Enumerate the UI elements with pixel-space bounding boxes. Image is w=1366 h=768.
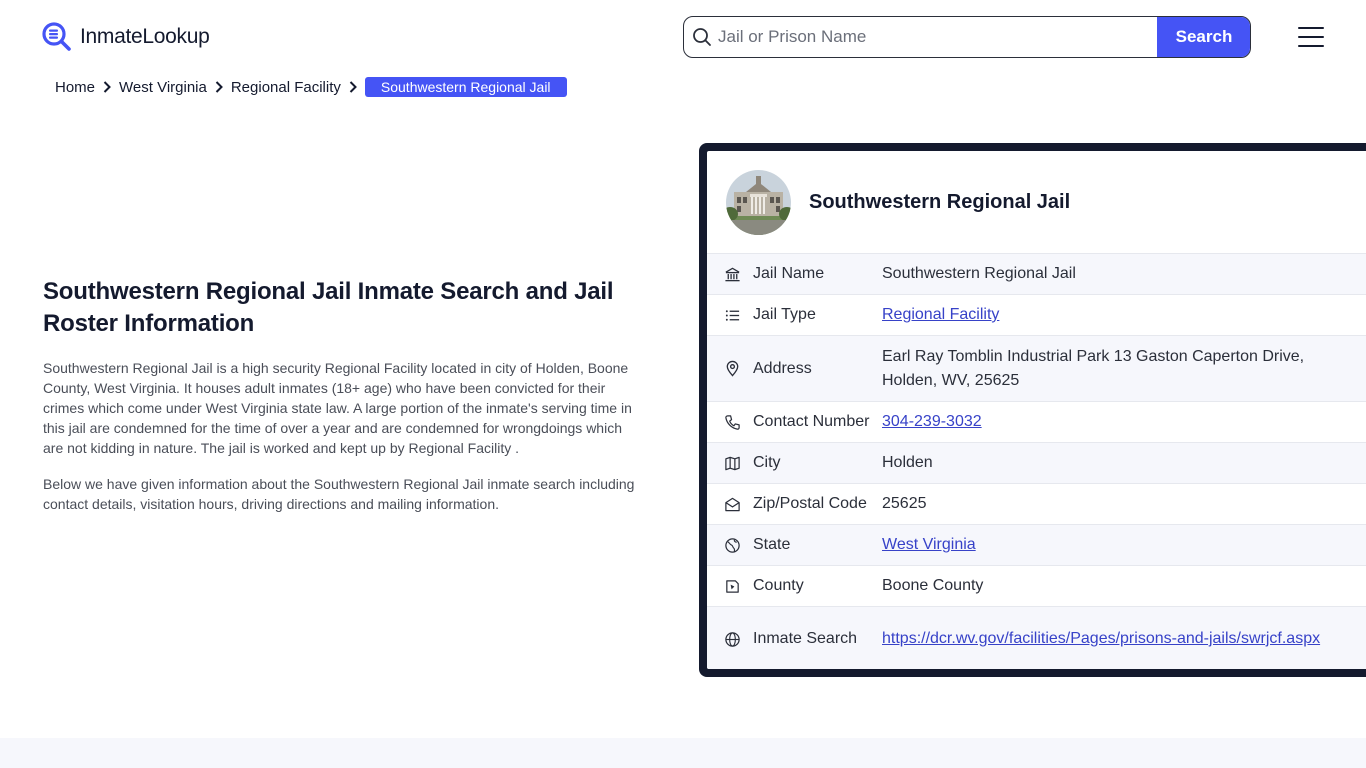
facility-details-table: Jail Name Southwestern Regional Jail Jai… — [707, 253, 1366, 669]
info-paragraph: Below we have given information about th… — [43, 476, 635, 512]
breadcrumb-state[interactable]: West Virginia — [119, 79, 207, 96]
web-icon — [707, 631, 753, 648]
site-logo[interactable]: InmateLookup — [42, 22, 210, 52]
row-value: Earl Ray Tomblin Industrial Park 13 Gast… — [882, 347, 1305, 389]
next-section-band — [0, 738, 1366, 768]
row-label: Jail Name — [753, 265, 825, 282]
breadcrumb-home[interactable]: Home — [55, 79, 95, 96]
row-value: Southwestern Regional Jail — [882, 265, 1076, 282]
row-label: Contact Number — [753, 413, 870, 430]
row-value: 25625 — [882, 495, 927, 512]
chevron-right-icon — [207, 81, 231, 93]
row-label: City — [753, 454, 781, 471]
logo-magnifier-icon — [42, 22, 71, 51]
page-title: Southwestern Regional Jail Inmate Search… — [43, 278, 614, 337]
row-label: Jail Type — [753, 306, 816, 323]
card-header: Southwestern Regional Jail — [707, 151, 1366, 253]
map-icon — [707, 455, 753, 472]
county-icon — [707, 578, 753, 595]
breadcrumb-current: Southwestern Regional Jail — [364, 77, 567, 97]
state-link[interactable]: West Virginia — [882, 536, 976, 553]
row-label: Address — [753, 359, 812, 377]
jail-type-link[interactable]: Regional Facility — [882, 306, 999, 323]
row-jail-name: Jail Name Southwestern Regional Jail — [707, 254, 1366, 295]
phone-link[interactable]: 304-239-3032 — [882, 413, 982, 430]
row-value: Boone County — [882, 577, 984, 594]
search-bar: Search — [683, 16, 1251, 58]
row-state: State West Virginia — [707, 525, 1366, 566]
bank-icon — [707, 266, 753, 283]
row-county: County Boone County — [707, 566, 1366, 607]
breadcrumb: Home West Virginia Regional Facility Sou… — [55, 76, 567, 98]
row-label: State — [753, 536, 791, 553]
intro-section: Southwestern Regional Jail Inmate Search… — [43, 276, 643, 514]
row-value: Holden — [882, 454, 933, 471]
search-input[interactable] — [716, 17, 1157, 57]
intro-paragraph: Southwestern Regional Jail is a high sec… — [43, 360, 632, 456]
facility-card: Southwestern Regional Jail Jail Name Sou… — [699, 143, 1366, 677]
phone-icon — [707, 414, 753, 431]
list-icon — [707, 307, 753, 324]
chevron-right-icon — [95, 81, 119, 93]
logo-text: InmateLookup — [80, 25, 210, 48]
row-city: City Holden — [707, 443, 1366, 484]
map-pin-icon — [707, 360, 753, 377]
row-contact-number: Contact Number 304-239-3032 — [707, 402, 1366, 443]
row-address: Address Earl Ray Tomblin Industrial Park… — [707, 336, 1366, 402]
inmate-search-link[interactable]: https://dcr.wv.gov/facilities/Pages/pris… — [882, 630, 1320, 647]
facility-photo — [726, 169, 791, 235]
row-inmate-search: Inmate Search https://dcr.wv.gov/facilit… — [707, 607, 1366, 669]
breadcrumb-facility-type[interactable]: Regional Facility — [231, 79, 341, 96]
row-zip-code: Zip/Postal Code 25625 — [707, 484, 1366, 525]
card-title: Southwestern Regional Jail — [809, 190, 1071, 213]
search-button[interactable]: Search — [1157, 17, 1250, 57]
globe-icon — [707, 537, 753, 554]
chevron-right-icon — [341, 81, 365, 93]
hamburger-menu-icon[interactable] — [1296, 25, 1326, 49]
row-label: Inmate Search — [753, 630, 858, 647]
row-label: County — [753, 577, 804, 594]
mail-icon — [707, 496, 753, 513]
row-label: Zip/Postal Code — [753, 495, 867, 512]
row-jail-type: Jail Type Regional Facility — [707, 295, 1366, 336]
site-header: InmateLookup Search — [0, 0, 1366, 74]
search-icon — [684, 17, 716, 57]
